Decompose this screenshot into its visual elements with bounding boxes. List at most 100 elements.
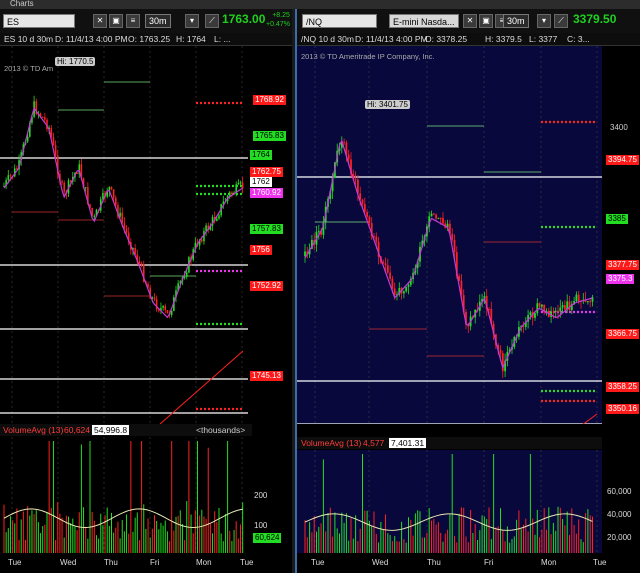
symbol-input[interactable]: ES [3,14,75,28]
candle-body [110,186,113,190]
close-icon[interactable]: ✕ [93,14,107,28]
candle-body [541,304,543,307]
level-label: 1745.13 [250,371,283,381]
level-label: 1757.83 [250,224,283,234]
candle-body [529,312,532,316]
volume-plot[interactable] [297,450,640,553]
info-high: H: 3379.5 [485,34,522,44]
candle-body [386,265,389,273]
candle-body [140,263,143,265]
candle-body [442,217,444,224]
level-label: 3385 [606,214,628,224]
change-block: +8.25 +0.47% [266,11,290,29]
chevron-down-icon[interactable]: ▾ [537,14,551,28]
aggregation-selector[interactable]: 30m [145,14,171,28]
candle-body [162,306,164,308]
candle-body [554,310,557,312]
copyright-watermark: 2013 © TD Am [4,64,54,73]
candle-body [61,181,63,183]
time-axis: Tue Wed Thu Fri Mon Tue [297,557,640,569]
level-label: 1760.92 [250,188,283,198]
candle-body [7,175,10,181]
candle-body [239,182,242,184]
candle-body [63,182,65,192]
candle-body [93,215,96,217]
info-study: ES 10 d 30m [4,34,54,44]
candle-body [536,303,539,314]
info-open: O: 1763.25 [128,34,171,44]
day-label: Mon [196,558,212,567]
info-open: O: 3378.25 [425,34,468,44]
link-icon[interactable]: ▣ [109,14,123,28]
net-change: +8.25 [272,12,290,19]
candle-body [166,310,169,314]
candle-body [587,301,589,303]
volume-label: VolumeAvg (13) [3,425,64,435]
link-icon[interactable]: ▣ [479,14,493,28]
candle-body [568,301,571,310]
candle-body [317,231,320,233]
aggregation-selector[interactable]: 30m [503,14,529,28]
candle-body [237,182,240,185]
volume-value: 7,401.31 [389,438,427,448]
candle-body [405,286,408,292]
candle-body [123,223,126,229]
price-plot[interactable] [297,46,640,424]
candle-body [41,116,44,118]
candle-body [451,234,454,240]
candle-body [354,179,357,181]
volume-tick: 100 [254,521,268,530]
volume-avg: 60,624 [64,425,90,435]
candle-body [241,182,244,189]
last-price: 1763.00 [222,12,266,26]
day-label: Fri [150,558,160,567]
candle-body [552,311,555,313]
price-plot[interactable] [0,46,292,424]
candle-body [69,180,72,182]
chevron-down-icon[interactable]: ▾ [185,14,199,28]
drawing-tool-icon[interactable]: ⟋ [205,14,219,28]
candle-body [389,272,391,279]
volume-units: <thousands> [196,425,246,435]
candle-body [407,285,410,287]
info-close: C: 3... [567,34,590,44]
day-label: Fri [484,558,494,567]
volume-label: VolumeAvg (13) [301,438,362,448]
candle-body [343,141,345,143]
volume-header: VolumeAvg (13) 4,577 7,401.31 [297,437,602,449]
volume-plot[interactable] [0,437,292,553]
level-label: 1756 [250,245,272,255]
plot-background [0,46,248,424]
candle-body [218,215,220,219]
level-label: 1762.75 [250,167,283,177]
symbol-input[interactable]: /NQ [302,14,377,28]
pct-change: +0.47% [266,21,290,28]
candle-body [366,212,368,217]
menu-icon[interactable]: ≡ [126,14,140,28]
candle-body [121,212,124,224]
chart-panel-es[interactable]: ES ✕ ▣ ≡ 30m ▾ ⟋ 1763.00 +8.25 +0.47% ES… [0,9,292,573]
drawing-tool-icon[interactable]: ⟋ [554,14,568,28]
day-label: Wed [60,558,77,567]
level-label: 3400 [610,123,628,132]
candle-body [432,213,435,215]
chart-panel-nq[interactable]: /NQ E-mini Nasda... ✕ ▣ ≡ 30m ▾ ⟋ 3379.5… [295,9,640,573]
volume-last-badge: 60,624 [253,533,282,543]
volume-value: 54,996.8 [92,425,130,435]
level-label: 1764 [250,150,272,160]
day-label: Tue [311,558,325,567]
candle-body [403,291,405,294]
volume-tick: 40,000 [607,510,632,519]
level-label: 3350.16 [606,404,639,414]
candle-body [534,313,536,318]
candle-body [44,117,46,120]
candle-body [575,294,578,302]
close-icon[interactable]: ✕ [463,14,477,28]
day-label: Tue [593,558,607,567]
day-label: Mon [541,558,557,567]
info-low: L: 3377 [529,34,558,44]
candle-body [363,204,366,213]
day-label: Wed [372,558,389,567]
candle-body [435,214,437,219]
candle-body [453,239,456,253]
